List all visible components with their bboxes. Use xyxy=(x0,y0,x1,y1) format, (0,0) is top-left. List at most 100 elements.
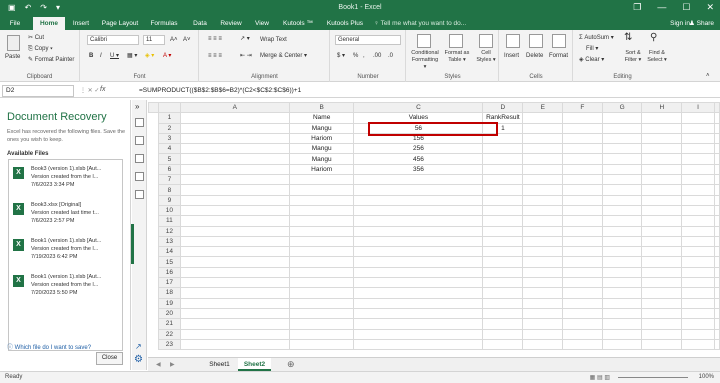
align-left-icon[interactable]: ≡ ≡ ≡ xyxy=(208,52,222,60)
grid-cell[interactable] xyxy=(601,215,643,227)
pane-splitter[interactable] xyxy=(131,224,134,264)
grid-cell[interactable] xyxy=(562,266,603,279)
settings-gear-icon[interactable]: ⚙ xyxy=(134,355,143,365)
grid-cell[interactable] xyxy=(482,328,524,340)
grid-cell[interactable] xyxy=(288,256,355,268)
grid-cell[interactable] xyxy=(288,297,355,309)
grid-cell[interactable] xyxy=(482,277,524,289)
grid-cell[interactable] xyxy=(179,277,290,289)
row-header[interactable]: 8 xyxy=(157,184,181,196)
grid-cell[interactable] xyxy=(179,143,290,155)
grid-cell[interactable] xyxy=(288,266,355,279)
grid-cell[interactable] xyxy=(562,235,603,248)
italic-button[interactable]: I xyxy=(100,52,102,60)
column-header[interactable]: E xyxy=(522,101,564,114)
grid-cell[interactable] xyxy=(562,143,603,155)
row-header[interactable]: 20 xyxy=(157,307,181,320)
grid-cell[interactable]: Mangu xyxy=(288,122,355,134)
column-header[interactable]: C xyxy=(353,101,484,114)
grid-cell[interactable] xyxy=(681,174,715,186)
fill-color-icon[interactable]: ◈ ▾ xyxy=(145,52,154,60)
grid-cell[interactable] xyxy=(562,256,603,268)
column-header[interactable]: I xyxy=(681,101,715,114)
grid-cell[interactable] xyxy=(601,143,643,155)
grid-cell[interactable] xyxy=(601,204,643,217)
grid-cell[interactable] xyxy=(562,225,603,237)
grid-cell[interactable] xyxy=(681,122,715,134)
grid-cell[interactable] xyxy=(681,328,715,340)
grid-cell[interactable] xyxy=(179,297,290,309)
grid-cell[interactable] xyxy=(681,307,715,320)
row-header[interactable]: 9 xyxy=(157,194,181,206)
row-header[interactable]: 7 xyxy=(157,174,181,186)
grid-cell[interactable] xyxy=(288,235,355,248)
grid-cell[interactable] xyxy=(641,277,683,289)
align-top-icon[interactable]: ≡ ≡ ≡ xyxy=(208,35,222,43)
grid-cell[interactable] xyxy=(714,246,720,258)
grid-cell[interactable] xyxy=(482,338,524,351)
grid-cell[interactable] xyxy=(562,112,603,124)
grid-cell[interactable] xyxy=(353,184,484,196)
grid-cell[interactable] xyxy=(522,184,564,196)
grid-cell[interactable] xyxy=(562,132,603,145)
grid-cell[interactable] xyxy=(522,215,564,227)
format-cells-icon[interactable] xyxy=(552,34,566,48)
fill-button[interactable]: Fill ▾ xyxy=(586,45,598,53)
grid-cell[interactable] xyxy=(641,225,683,237)
grid-cell[interactable] xyxy=(562,297,603,309)
grid-cell[interactable] xyxy=(601,246,643,258)
name-manager-icon[interactable] xyxy=(135,154,144,163)
grid-cell[interactable] xyxy=(353,338,484,351)
grid-cell[interactable]: Name xyxy=(288,112,355,124)
grid-cell[interactable] xyxy=(681,338,715,351)
grid-cell[interactable] xyxy=(641,215,683,227)
column-header[interactable]: F xyxy=(562,101,603,114)
collapse-ribbon-icon[interactable]: ˄ xyxy=(706,72,710,80)
copy-button[interactable]: ⎘ Copy ▾ xyxy=(28,45,53,53)
underline-button[interactable]: U ▾ xyxy=(110,52,119,60)
grid-cell[interactable] xyxy=(353,215,484,227)
row-header[interactable]: 17 xyxy=(157,277,181,289)
grid-cell[interactable] xyxy=(482,256,524,268)
grid-cell[interactable] xyxy=(562,246,603,258)
column-header[interactable]: B xyxy=(288,101,355,114)
sheet-tab-sheet2[interactable]: Sheet2 xyxy=(238,358,271,371)
zoom-level[interactable]: 100% xyxy=(699,374,714,380)
grid-cell[interactable] xyxy=(522,204,564,217)
find-icon[interactable]: ⚲ xyxy=(650,33,657,43)
font-size-select[interactable]: 11 xyxy=(143,35,165,45)
grid-cell[interactable] xyxy=(522,235,564,248)
delete-cells-button[interactable]: Delete xyxy=(526,52,543,60)
grid-cell[interactable] xyxy=(714,225,720,237)
row-header[interactable]: 21 xyxy=(157,318,181,330)
grid-cell[interactable] xyxy=(482,153,524,165)
grid-cell[interactable] xyxy=(522,112,564,124)
grid-cell[interactable] xyxy=(714,132,720,145)
grid-cell[interactable] xyxy=(522,194,564,206)
row-header[interactable]: 18 xyxy=(157,287,181,299)
grid-cell[interactable] xyxy=(681,215,715,227)
shrink-font-button[interactable]: A˅ xyxy=(183,36,191,44)
row-header[interactable]: 22 xyxy=(157,328,181,340)
minimize-button[interactable]: — xyxy=(657,2,666,13)
recovery-file-item[interactable]: X Book1 (version 1).xlsb [Aut... Version… xyxy=(9,272,122,308)
name-box[interactable]: D2 xyxy=(2,85,74,97)
format-painter-button[interactable]: ✎ Format Painter xyxy=(28,56,74,64)
grid-cell[interactable] xyxy=(482,163,524,176)
column-header[interactable]: H xyxy=(641,101,683,114)
grid-cell[interactable] xyxy=(522,256,564,268)
formula-input[interactable]: =SUMPRODUCT(($B$2:$B$6=B2)*(C2<$C$2:$C$6… xyxy=(139,87,301,94)
sheet-tab-sheet1[interactable]: Sheet1 xyxy=(203,358,236,371)
insert-cells-button[interactable]: Insert xyxy=(504,52,519,60)
clear-button[interactable]: ◈ Clear ▾ xyxy=(579,56,604,64)
grid-cell[interactable] xyxy=(601,297,643,309)
grid-cell[interactable] xyxy=(641,184,683,196)
delete-cells-icon[interactable] xyxy=(529,34,543,48)
grid-cell[interactable] xyxy=(601,235,643,248)
grid-cell[interactable] xyxy=(641,112,683,124)
grid-cell[interactable] xyxy=(714,194,720,206)
grid-cell[interactable] xyxy=(714,143,720,155)
grid-cell[interactable] xyxy=(353,287,484,299)
grid-cell[interactable] xyxy=(522,277,564,289)
grid-cell[interactable] xyxy=(179,174,290,186)
